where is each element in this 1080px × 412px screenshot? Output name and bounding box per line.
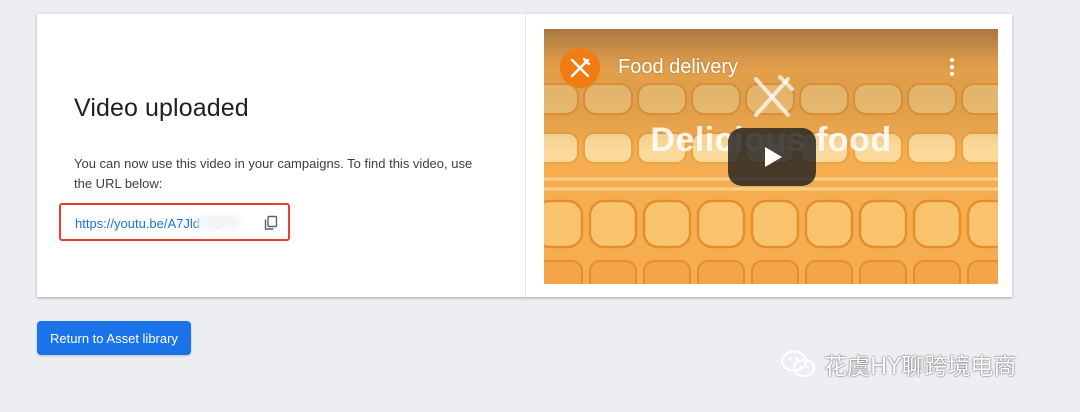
channel-avatar[interactable] [560, 48, 600, 88]
utensils-icon [570, 57, 591, 78]
return-to-asset-library-button[interactable]: Return to Asset library [37, 321, 191, 355]
upload-description: You can now use this video in your campa… [74, 156, 473, 191]
utensils-icon [748, 73, 796, 124]
page-title: Video uploaded [74, 94, 249, 122]
more-vert-icon[interactable] [946, 55, 958, 79]
card-divider [525, 14, 526, 297]
upload-success-card: Video uploaded You can now use this vide… [37, 14, 1012, 297]
copy-icon[interactable] [263, 215, 279, 231]
wechat-icon [781, 350, 815, 377]
video-title[interactable]: Food delivery [618, 56, 738, 79]
play-icon [765, 147, 782, 167]
watermark: 花虞HY聊跨境电商 [780, 347, 1016, 381]
redaction-blur [197, 215, 241, 230]
watermark-text: 花虞HY聊跨境电商 [824, 354, 1017, 380]
play-button[interactable] [728, 128, 816, 186]
url-highlight-box: https://youtu.be/A7Jld 0 [59, 203, 290, 241]
video-preview[interactable]: Delicious food Food delivery [544, 29, 998, 284]
